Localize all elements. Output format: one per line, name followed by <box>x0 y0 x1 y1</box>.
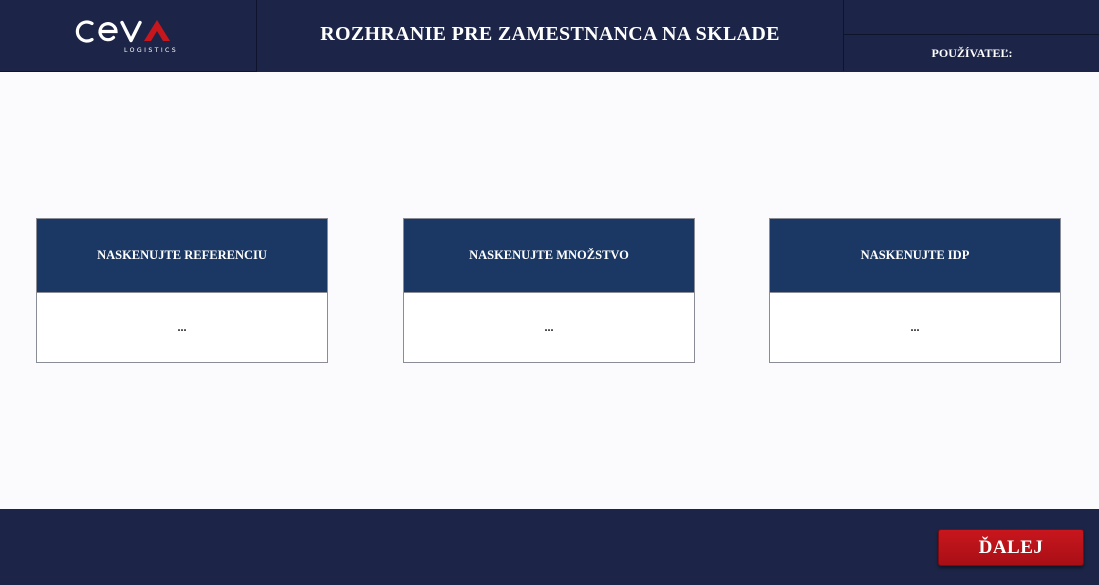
scan-reference-label: NASKENUJTE REFERENCIU <box>37 219 327 292</box>
warehouse-employee-screen: LOGISTICS ROZHRANIE PRE ZAMESTNANCA NA S… <box>0 0 1099 585</box>
user-top-cell <box>844 0 1099 35</box>
scan-idp-field[interactable]: ... <box>770 292 1060 362</box>
scan-quantity-field[interactable]: ... <box>404 292 694 362</box>
next-button[interactable]: ĎALEJ <box>938 529 1084 566</box>
scan-quantity-label: NASKENUJTE MNOŽSTVO <box>404 219 694 292</box>
logo-cell: LOGISTICS <box>0 0 257 72</box>
title-cell: ROZHRANIE PRE ZAMESTNANCA NA SKLADE <box>257 0 843 71</box>
header-bar: LOGISTICS ROZHRANIE PRE ZAMESTNANCA NA S… <box>0 0 1099 72</box>
user-label: POUŽÍVATEĽ: <box>931 45 1013 60</box>
user-cell: POUŽÍVATEĽ: <box>843 0 1099 71</box>
scan-quantity-card[interactable]: NASKENUJTE MNOŽSTVO ... <box>403 218 695 363</box>
scan-reference-card[interactable]: NASKENUJTE REFERENCIU ... <box>36 218 328 363</box>
logo-subtext: LOGISTICS <box>124 47 178 54</box>
user-info: POUŽÍVATEĽ: <box>844 35 1099 71</box>
page-title: ROZHRANIE PRE ZAMESTNANCA NA SKLADE <box>320 22 780 45</box>
footer-bar: ĎALEJ <box>0 509 1099 585</box>
scan-idp-card[interactable]: NASKENUJTE IDP ... <box>769 218 1061 363</box>
scan-reference-field[interactable]: ... <box>37 292 327 362</box>
scan-idp-label: NASKENUJTE IDP <box>770 219 1060 292</box>
ceva-logo-icon: LOGISTICS <box>75 20 178 54</box>
